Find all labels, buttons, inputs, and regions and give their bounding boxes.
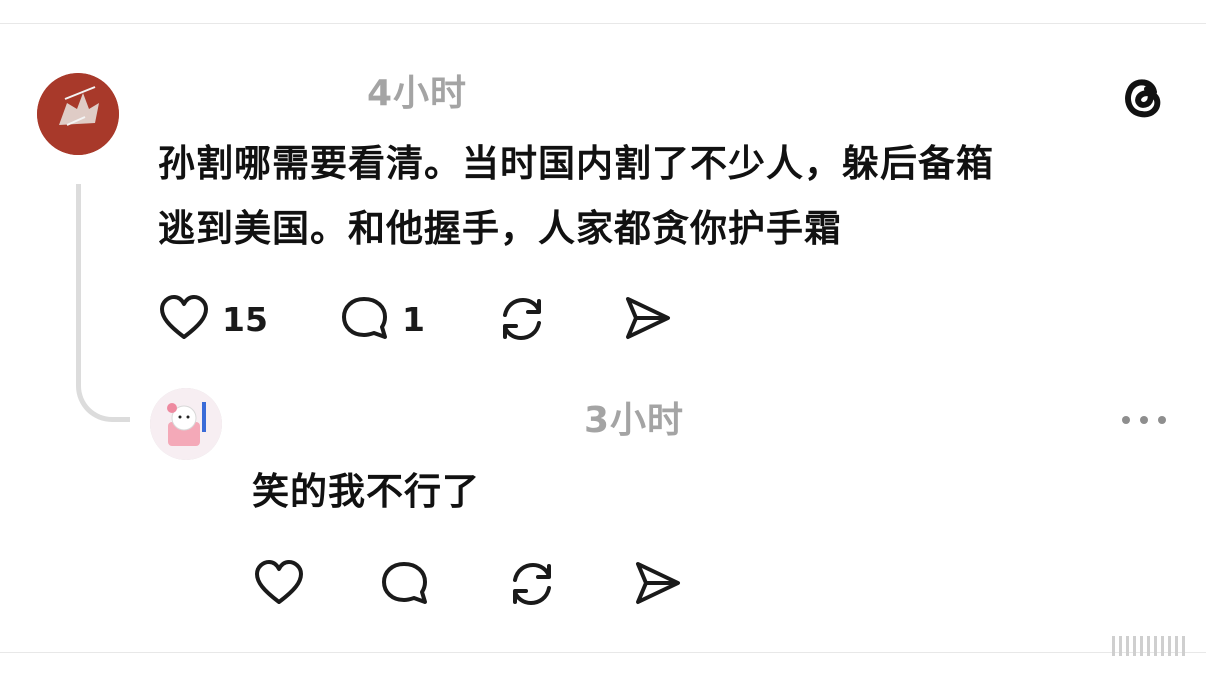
reply-count: 1	[402, 300, 425, 339]
top-divider	[0, 23, 1206, 24]
bottom-divider	[0, 652, 1206, 653]
comment-icon[interactable]	[339, 293, 393, 343]
heart-icon[interactable]	[253, 558, 305, 608]
comment-icon[interactable]	[379, 558, 433, 608]
watermark-bars-icon	[1112, 636, 1185, 656]
mascot-image	[150, 388, 222, 460]
maple-leaf-image	[37, 73, 119, 155]
post-timestamp: 4小时	[367, 73, 468, 114]
reply-text: 笑的我不行了	[252, 470, 480, 513]
repost-icon[interactable]	[506, 558, 558, 610]
reply-timestamp: 3小时	[584, 400, 685, 441]
heart-icon[interactable]	[158, 293, 210, 343]
reply-avatar[interactable]	[150, 388, 222, 460]
avatar[interactable]	[37, 73, 119, 155]
share-icon[interactable]	[632, 558, 684, 608]
thread-connector-line	[76, 184, 130, 422]
post-text-line-2: 逃到美国。和他握手，人家都贪你护手霜	[158, 207, 842, 250]
like-count: 15	[222, 300, 268, 339]
post-text-line-1: 孙割哪需要看清。当时国内割了不少人，躲后备箱	[158, 142, 994, 185]
threads-logo-icon[interactable]	[1117, 70, 1169, 122]
more-options-icon[interactable]	[1120, 410, 1168, 430]
repost-icon[interactable]	[496, 293, 548, 345]
share-icon[interactable]	[622, 293, 674, 343]
